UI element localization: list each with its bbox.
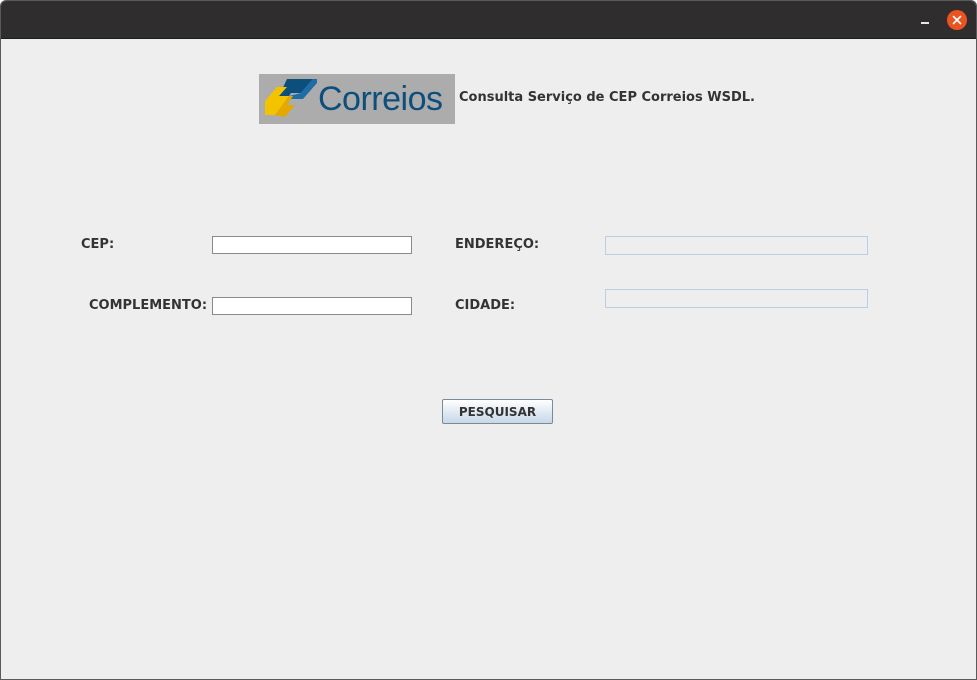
complemento-input[interactable]	[212, 297, 412, 315]
title-bar[interactable]	[1, 1, 976, 39]
minimize-button[interactable]	[915, 13, 935, 27]
main-panel: Correios Consulta Serviço de CEP Correio…	[1, 39, 976, 679]
logo-wordmark: Correios	[318, 80, 443, 118]
close-button[interactable]	[947, 10, 967, 30]
complemento-label: COMPLEMENTO:	[89, 298, 208, 313]
endereco-field[interactable]	[605, 236, 868, 255]
cidade-field[interactable]	[605, 289, 868, 308]
app-window: Correios Consulta Serviço de CEP Correio…	[0, 0, 977, 680]
pesquisar-button[interactable]: PESQUISAR	[442, 399, 553, 424]
correios-logo: Correios	[259, 74, 455, 124]
cidade-label: CIDADE:	[455, 298, 516, 313]
cep-label: CEP:	[81, 237, 115, 252]
cep-input[interactable]	[212, 236, 412, 254]
correios-emblem-icon	[265, 79, 317, 117]
minimize-icon	[921, 22, 929, 24]
close-icon	[952, 15, 962, 25]
page-title: Consulta Serviço de CEP Correios WSDL.	[459, 90, 755, 105]
endereco-label: ENDEREÇO:	[455, 237, 540, 252]
